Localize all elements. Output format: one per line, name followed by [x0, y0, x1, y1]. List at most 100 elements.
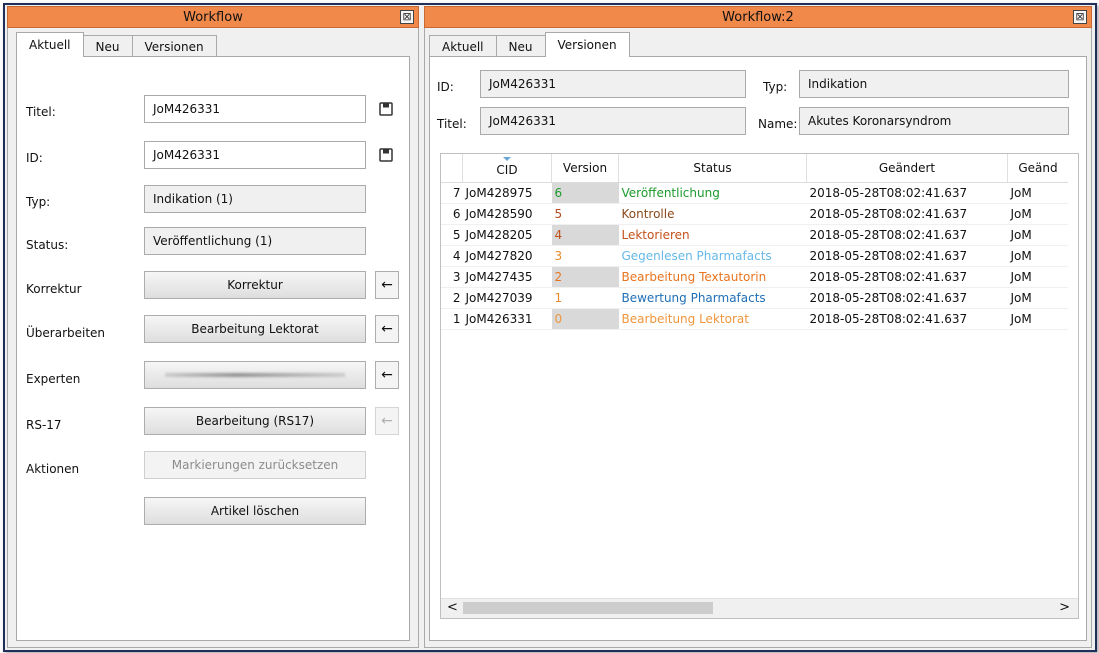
- cid-cell: JoM428590: [462, 203, 552, 225]
- workflow-tab-content: Titel: JoM426331 ID: JoM426331 Typ: Indi…: [16, 56, 410, 641]
- workflow-panel: Workflow ⊠ Aktuell Neu Versionen Titel: …: [7, 6, 419, 648]
- geaendert-cell: 2018-05-28T08:02:41.637: [806, 224, 1008, 246]
- typ-field: Indikation (1): [144, 185, 366, 213]
- typ-field: Indikation: [799, 70, 1069, 98]
- geaendert-cell: 2018-05-28T08:02:41.637: [806, 266, 1008, 288]
- korrektur-button[interactable]: Korrektur: [144, 271, 366, 299]
- redacted-name: [165, 373, 345, 377]
- version-cell: 4: [551, 224, 619, 246]
- tab-aktuell[interactable]: Aktuell: [429, 35, 497, 57]
- workflow2-panel-title: Workflow:2: [722, 10, 794, 25]
- cid-cell: JoM426331: [462, 308, 552, 330]
- application-window: Workflow ⊠ Aktuell Neu Versionen Titel: …: [3, 3, 1097, 652]
- id-label: ID:: [26, 151, 43, 165]
- tab-versionen[interactable]: Versionen: [544, 32, 630, 57]
- workflow-tabs: Aktuell Neu Versionen: [16, 32, 217, 57]
- row-index: 2: [441, 287, 463, 309]
- workflow2-tabs: Aktuell Neu Versionen: [429, 32, 630, 57]
- cid-cell: JoM428205: [462, 224, 552, 246]
- arrow-left-icon[interactable]: ←: [375, 271, 399, 299]
- scroll-right-icon[interactable]: >: [1059, 600, 1070, 615]
- id-input[interactable]: JoM426331: [144, 141, 366, 169]
- workflow2-panel: Workflow:2 ⊠ Aktuell Neu Versionen ID: J…: [424, 6, 1092, 648]
- cid-cell: JoM427435: [462, 266, 552, 288]
- row-index: 6: [441, 203, 463, 225]
- titel-label: Titel:: [26, 105, 56, 119]
- aktionen-label: Aktionen: [26, 462, 80, 476]
- status-cell: Veröffentlichung: [618, 182, 807, 204]
- geaendert-cell: 2018-05-28T08:02:41.637: [806, 245, 1008, 267]
- table-row[interactable]: 2 JoM427039 1 Bewertung Pharmafacts 2018-05-…: [441, 287, 1068, 309]
- status-field: Veröffentlichung (1): [144, 227, 366, 255]
- column-header-cid[interactable]: CID: [462, 154, 552, 183]
- geaendert-by-cell: JoM: [1007, 287, 1068, 309]
- scroll-thumb[interactable]: [463, 602, 713, 614]
- version-cell: 0: [551, 308, 619, 330]
- column-header-geaendert-by[interactable]: Geänd: [1007, 154, 1068, 183]
- bearbeitung-rs17-button[interactable]: Bearbeitung (RS17): [144, 407, 366, 435]
- horizontal-scrollbar[interactable]: < >: [441, 598, 1078, 618]
- column-header-status[interactable]: Status: [618, 154, 807, 183]
- workflow2-panel-titlebar: Workflow:2 ⊠: [424, 6, 1092, 28]
- save-icon[interactable]: [379, 148, 393, 162]
- column-header-geaendert[interactable]: Geändert: [806, 154, 1008, 183]
- versions-grid: CID Version Status Geändert Geänd 7 JoM42…: [440, 153, 1079, 619]
- status-label: Status:: [26, 238, 69, 252]
- tab-neu[interactable]: Neu: [82, 35, 133, 57]
- bearbeitung-lektorat-button[interactable]: Bearbeitung Lektorat: [144, 315, 366, 343]
- rs17-label: RS-17: [26, 418, 62, 432]
- titel-input[interactable]: JoM426331: [144, 95, 366, 123]
- status-cell: Kontrolle: [618, 203, 807, 225]
- experten-button[interactable]: [144, 361, 366, 389]
- workflow-panel-titlebar: Workflow ⊠: [7, 6, 419, 28]
- name-label: Name:: [758, 117, 798, 131]
- tab-neu[interactable]: Neu: [495, 35, 546, 57]
- table-row[interactable]: 7 JoM428975 6 Veröffentlichung 2018-05-28T08…: [441, 182, 1068, 204]
- status-cell: Bewertung Pharmafacts: [618, 287, 807, 309]
- markierungen-zuruecksetzen-button: Markierungen zurücksetzen: [144, 451, 366, 479]
- titel-field: JoM426331: [480, 107, 746, 135]
- status-cell: Lektorieren: [618, 224, 807, 246]
- geaendert-by-cell: JoM: [1007, 224, 1068, 246]
- arrow-left-icon: ←: [375, 407, 399, 435]
- cid-cell: JoM427039: [462, 287, 552, 309]
- workflow-panel-title: Workflow: [183, 10, 243, 25]
- geaendert-by-cell: JoM: [1007, 266, 1068, 288]
- row-index: 5: [441, 224, 463, 246]
- geaendert-cell: 2018-05-28T08:02:41.637: [806, 203, 1008, 225]
- table-row[interactable]: 5 JoM428205 4 Lektorieren 2018-05-28T08:02:4…: [441, 224, 1068, 246]
- column-header-version[interactable]: Version: [551, 154, 619, 183]
- geaendert-cell: 2018-05-28T08:02:41.637: [806, 182, 1008, 204]
- titel-label: Titel:: [437, 117, 467, 131]
- id-field: JoM426331: [480, 70, 746, 98]
- tab-versionen[interactable]: Versionen: [131, 35, 217, 57]
- table-row[interactable]: 6 JoM428590 5 Kontrolle 2018-05-28T08:02:41.…: [441, 203, 1068, 225]
- row-index: 4: [441, 245, 463, 267]
- geaendert-by-cell: JoM: [1007, 203, 1068, 225]
- arrow-left-icon[interactable]: ←: [375, 315, 399, 343]
- version-cell: 6: [551, 182, 619, 204]
- experten-label: Experten: [26, 372, 81, 386]
- version-cell: 5: [551, 203, 619, 225]
- artikel-loeschen-button[interactable]: Artikel löschen: [144, 497, 366, 525]
- scroll-left-icon[interactable]: <: [447, 600, 458, 615]
- save-icon[interactable]: [379, 102, 393, 116]
- geaendert-cell: 2018-05-28T08:02:41.637: [806, 287, 1008, 309]
- close-icon[interactable]: ⊠: [1073, 10, 1087, 24]
- typ-label: Typ:: [763, 80, 788, 94]
- table-row[interactable]: 1 JoM426331 0 Bearbeitung Lektorat 2018-05-2…: [441, 308, 1068, 330]
- table-row[interactable]: 3 JoM427435 2 Bearbeitung Textautorin 2018-0…: [441, 266, 1068, 288]
- arrow-left-icon[interactable]: ←: [375, 361, 399, 389]
- close-icon[interactable]: ⊠: [400, 10, 414, 24]
- sort-indicator-icon: [503, 157, 511, 161]
- status-cell: Bearbeitung Lektorat: [618, 308, 807, 330]
- table-row[interactable]: 4 JoM427820 3 Gegenlesen Pharmafacts 2018-05…: [441, 245, 1068, 267]
- name-field: Akutes Koronarsyndrom: [799, 107, 1069, 135]
- row-index: 7: [441, 182, 463, 204]
- version-cell: 3: [551, 245, 619, 267]
- tab-aktuell[interactable]: Aktuell: [16, 32, 84, 57]
- version-cell: 1: [551, 287, 619, 309]
- cid-cell: JoM428975: [462, 182, 552, 204]
- geaendert-cell: 2018-05-28T08:02:41.637: [806, 308, 1008, 330]
- cid-cell: JoM427820: [462, 245, 552, 267]
